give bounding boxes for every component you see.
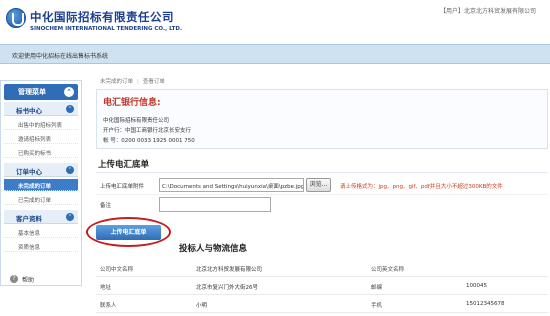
sidebar-item-unfinished-orders[interactable]: 未完成的订单: [4, 179, 78, 191]
chevron-up-icon[interactable]: ⌃: [66, 105, 74, 113]
row-label: 手机: [371, 303, 383, 309]
row-value: 15012345678: [466, 301, 505, 307]
nav-bar: 欢迎使用中化招标在线出售标书系统: [0, 44, 550, 64]
group-bid-center[interactable]: 标书中心 ⌃: [4, 102, 78, 116]
bidder-section-title: 投标人与物流信息: [179, 244, 248, 254]
welcome-text: 欢迎使用中化招标在线出售标书系统: [12, 53, 109, 60]
help-link[interactable]: ? 帮助: [4, 272, 78, 285]
table-row: 公司中文名称 北京北方科贸发展有限公司 公司英文名称: [96, 259, 548, 277]
help-label: 帮助: [22, 277, 35, 284]
sidebar-item-for-sale[interactable]: 出售中的招标列表: [4, 118, 78, 130]
file-label: 上传电汇底单附件: [100, 184, 145, 190]
current-user-label: 【用户】北京北方科贸发展有限公司: [440, 8, 537, 15]
menu-header-label: 管理菜单: [18, 88, 46, 96]
chevron-up-icon[interactable]: ⌃: [64, 87, 74, 97]
row-value: 北京市复兴门外大街26号: [196, 285, 258, 291]
company-name-en: SINOCHEM INTERNATIONAL TENDERING CO., LT…: [30, 26, 183, 32]
breadcrumb: 未完成的订单 | 查看订单: [100, 77, 165, 85]
bank-info-title: 电汇银行信息:: [103, 98, 161, 108]
sidebar-item-invite[interactable]: 邀请招标列表: [4, 132, 78, 144]
breadcrumb-current: 查看订单: [142, 79, 165, 85]
group-label: 标书中心: [16, 107, 42, 115]
group-customer-info[interactable]: 客户资料 ⌃: [4, 210, 78, 224]
row-label: 邮编: [371, 285, 383, 291]
group-label: 订单中心: [16, 168, 42, 176]
table-row: 地址 北京市复兴门外大街26号 邮编 100045: [96, 277, 548, 295]
sidebar-item-purchased[interactable]: 已购买的标书: [4, 146, 78, 158]
table-row: 联系人 小明 手机 15012345678: [96, 295, 548, 313]
sidebar-item-finished-orders[interactable]: 已完成的订单: [4, 193, 78, 205]
row-value: 100045: [466, 283, 487, 289]
row-label: 公司中文名称: [100, 267, 134, 273]
sidebar: 管理菜单 ⌃ 标书中心 ⌃ 出售中的招标列表 邀请招标列表 已购买的标书 订单中…: [0, 80, 82, 286]
group-label: 客户资料: [16, 215, 42, 223]
breadcrumb-separator: |: [137, 79, 139, 85]
row-divider: [96, 194, 548, 195]
chevron-up-icon[interactable]: ⌃: [66, 213, 74, 221]
upload-submit-button[interactable]: 上传电汇底单: [96, 225, 161, 240]
chevron-up-icon[interactable]: ⌃: [66, 166, 74, 174]
company-name-cn: 中化国际招标有限责任公司: [30, 10, 174, 24]
bank-info-panel: 电汇银行信息: 中化国际招标有限责任公司 开户行：中国工商银行北京长安支行 帐 …: [96, 89, 548, 149]
bank-account: 帐 号：0200 0033 1925 0001 750: [103, 138, 195, 144]
sidebar-item-basic-info[interactable]: 基本信息: [4, 226, 78, 238]
breadcrumb-parent[interactable]: 未完成的订单: [100, 79, 133, 85]
row-value: 北京北方科贸发展有限公司: [196, 267, 263, 273]
group-order-center[interactable]: 订单中心 ⌃: [4, 163, 78, 177]
upload-form: 上传电汇底单附件 C:\Documents and Settings\huiyu…: [96, 172, 548, 218]
upload-hint: 请上传格式为：jpg、png、gif、pdf并且大小不超过300KB的文件: [340, 184, 503, 190]
row-label: 地址: [100, 285, 112, 291]
note-label: 备注: [100, 203, 112, 209]
company-logo-icon: [6, 8, 26, 28]
help-icon: ?: [10, 275, 18, 283]
note-input[interactable]: [159, 197, 271, 212]
file-path-input[interactable]: C:\Documents and Settings\huiyunxia\桌面\p…: [159, 178, 304, 192]
upload-section-title: 上传电汇底单: [98, 160, 150, 170]
row-value: 小明: [196, 303, 208, 309]
browse-button[interactable]: 浏览...: [306, 178, 331, 192]
row-label: 联系人: [100, 303, 117, 309]
bidder-info-table: 公司中文名称 北京北方科贸发展有限公司 公司英文名称 地址 北京市复兴门外大街2…: [96, 259, 548, 315]
header: 中化国际招标有限责任公司 SINOCHEM INTERNATIONAL TEND…: [0, 0, 550, 44]
row-label: 公司英文名称: [371, 267, 405, 273]
bank-name: 开户行：中国工商银行北京长安支行: [103, 128, 192, 134]
sidebar-item-qualification[interactable]: 资质信息: [4, 240, 78, 252]
bank-company: 中化国际招标有限责任公司: [103, 118, 170, 124]
menu-header[interactable]: 管理菜单 ⌃: [4, 84, 78, 100]
